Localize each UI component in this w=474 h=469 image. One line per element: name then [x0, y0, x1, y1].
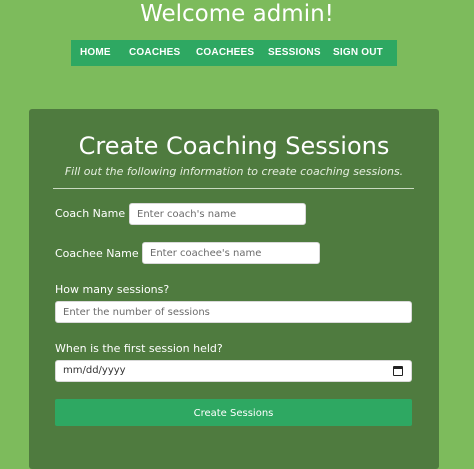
nav-home[interactable]: HOME [80, 47, 111, 58]
coach-name-label: Coach Name [55, 207, 126, 220]
first-session-date-input[interactable]: mm/dd/yyyy [55, 360, 412, 382]
main-nav: HOME COACHES COACHEES SESSIONS SIGN OUT [71, 40, 397, 66]
form-subtitle: Fill out the following information to cr… [64, 165, 404, 178]
nav-coaches[interactable]: COACHES [129, 47, 180, 58]
welcome-heading: Welcome admin! [140, 1, 334, 27]
coachee-name-input[interactable] [142, 242, 320, 264]
nav-sign-out[interactable]: SIGN OUT [333, 47, 383, 58]
coach-name-input[interactable] [129, 203, 306, 225]
create-sessions-card: Create Coaching Sessions Fill out the fo… [29, 109, 439, 469]
sessions-count-input[interactable] [55, 301, 412, 323]
date-value: mm/dd/yyyy [63, 365, 126, 376]
first-session-date-label: When is the first session held? [55, 342, 223, 355]
nav-sessions[interactable]: SESSIONS [268, 47, 321, 58]
calendar-icon[interactable] [393, 366, 403, 376]
divider [53, 188, 414, 189]
sessions-count-label: How many sessions? [55, 283, 170, 296]
create-sessions-button[interactable]: Create Sessions [55, 399, 412, 426]
coachee-name-label: Coachee Name [55, 247, 139, 260]
nav-coachees[interactable]: COACHEES [196, 47, 254, 58]
form-title: Create Coaching Sessions [78, 132, 390, 160]
